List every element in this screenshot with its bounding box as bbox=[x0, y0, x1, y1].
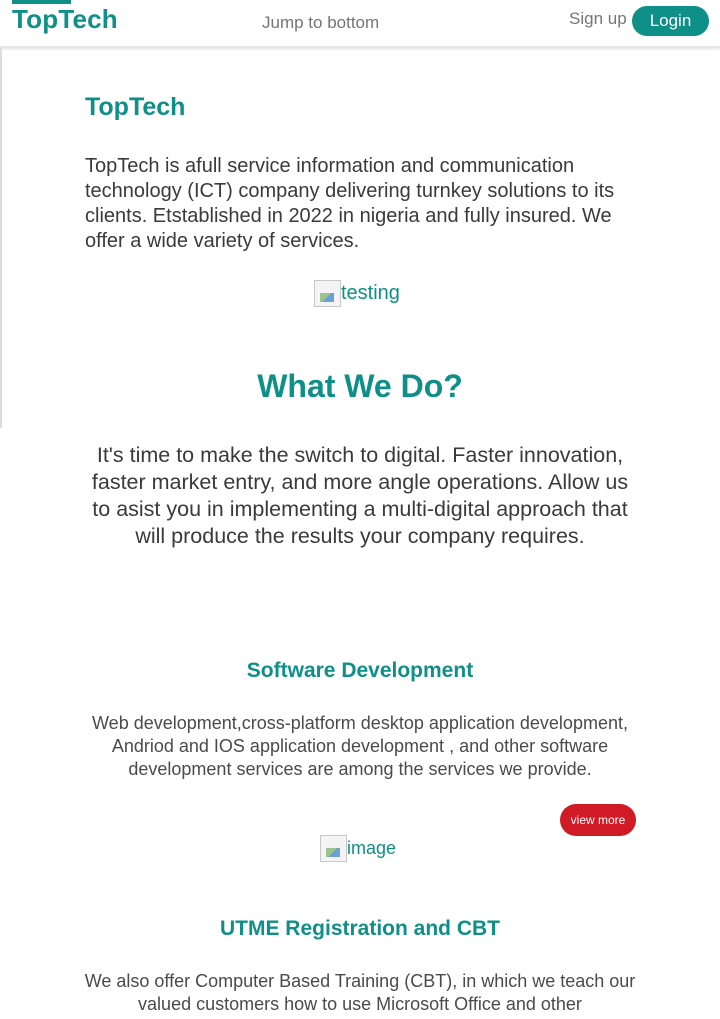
brand-logo-link[interactable]: TopTech bbox=[12, 4, 118, 35]
intro-description: TopTech is afull service information and… bbox=[85, 155, 615, 252]
what-we-do-title: What We Do? bbox=[257, 368, 463, 404]
login-button[interactable]: Login bbox=[632, 6, 709, 36]
intro-image: testing bbox=[314, 280, 400, 307]
software-image-alt: image bbox=[347, 838, 397, 858]
software-development-title: Software Development bbox=[246, 659, 474, 682]
intro-image-alt: testing bbox=[341, 282, 400, 304]
utme-cbt-title: UTME Registration and CBT bbox=[219, 917, 500, 940]
signup-link[interactable]: Sign up bbox=[569, 9, 627, 29]
software-development-text: Web development,cross-platform desktop a… bbox=[92, 713, 628, 779]
view-more-button[interactable]: view more bbox=[560, 804, 636, 836]
jump-to-bottom-link[interactable]: Jump to bottom bbox=[262, 13, 379, 33]
software-development-image: image bbox=[320, 835, 396, 862]
broken-image-icon bbox=[320, 835, 347, 862]
broken-image-icon bbox=[314, 280, 341, 307]
what-we-do-text: It's time to make the switch to digital.… bbox=[91, 443, 629, 548]
utme-cbt-text: We also offer Computer Based Training (C… bbox=[84, 971, 636, 1014]
top-navbar: TopTech Jump to bottom Sign up Login bbox=[0, 0, 720, 48]
intro-title: TopTech bbox=[85, 93, 186, 121]
